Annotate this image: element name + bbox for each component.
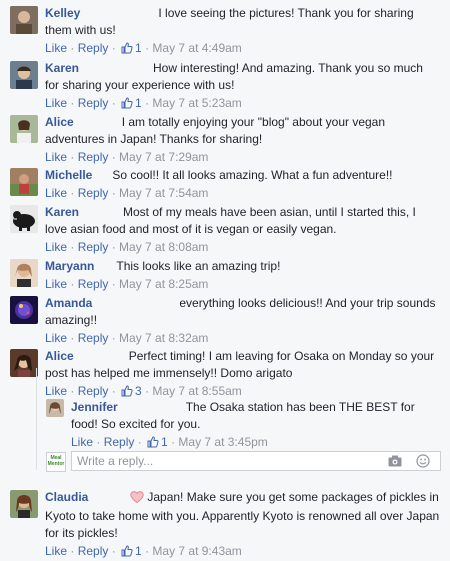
reply-link[interactable]: Reply bbox=[78, 96, 109, 110]
author-name[interactable]: Jennifer bbox=[71, 400, 118, 414]
comment-text: Most of my meals have been asian, until … bbox=[45, 205, 416, 236]
reply-input[interactable]: Write a reply... bbox=[71, 451, 441, 471]
camera-icon[interactable] bbox=[388, 455, 402, 470]
comment-text: This looks like an amazing trip! bbox=[116, 259, 281, 273]
comment-thread: Kelley I love seeing the pictures! Thank … bbox=[0, 0, 450, 558]
timestamp[interactable]: May 7 at 5:23am bbox=[152, 96, 241, 110]
avatar[interactable] bbox=[10, 205, 38, 233]
author-name[interactable]: Claudia bbox=[45, 490, 88, 504]
comment-text: everything looks delicious!! And your tr… bbox=[45, 296, 436, 327]
author-name[interactable]: Karen bbox=[45, 205, 79, 219]
comment: Claudia Japan! Make sure you get some pac… bbox=[10, 484, 440, 558]
author-name[interactable]: Karen bbox=[45, 61, 79, 75]
author-name[interactable]: Maryann bbox=[45, 259, 94, 273]
like-link[interactable]: Like bbox=[45, 240, 67, 254]
reply-link[interactable]: Reply bbox=[78, 277, 109, 291]
emoji-icon[interactable] bbox=[416, 454, 430, 471]
comment-text: I am totally enjoying your "blog" about … bbox=[45, 115, 386, 146]
avatar[interactable] bbox=[10, 490, 38, 518]
like-count[interactable]: 1 bbox=[161, 435, 168, 449]
like-link[interactable]: Like bbox=[45, 277, 67, 291]
comment-text: Perfect timing! I am leaving for Osaka o… bbox=[45, 349, 435, 380]
author-name[interactable]: Kelley bbox=[45, 6, 80, 20]
like-link[interactable]: Like bbox=[45, 41, 67, 55]
comment: Amanda everything looks delicious!! And y… bbox=[10, 290, 440, 345]
timestamp[interactable]: May 7 at 7:54am bbox=[119, 186, 208, 200]
reply-link[interactable]: Reply bbox=[78, 544, 109, 558]
comment-text: So cool!! It all looks amazing. What a f… bbox=[112, 168, 393, 182]
comment: Alice Perfect timing! I am leaving for Os… bbox=[10, 343, 440, 398]
avatar[interactable] bbox=[10, 296, 38, 324]
reply-composer: Meal Mentor Write a reply... bbox=[46, 448, 441, 474]
comment: Maryann This looks like an amazing trip! … bbox=[10, 253, 440, 291]
like-count[interactable]: 1 bbox=[135, 41, 142, 55]
avatar[interactable] bbox=[10, 259, 38, 287]
avatar[interactable] bbox=[10, 61, 38, 89]
like-link[interactable]: Like bbox=[45, 96, 67, 110]
avatar[interactable] bbox=[46, 399, 64, 417]
like-link[interactable]: Like bbox=[71, 435, 93, 449]
author-name[interactable]: Alice bbox=[45, 115, 74, 129]
comment: Karen Most of my meals have been asian, u… bbox=[10, 199, 440, 254]
reply-link[interactable]: Reply bbox=[104, 435, 135, 449]
avatar[interactable] bbox=[10, 349, 38, 377]
comment-text: I love seeing the pictures! Thank you fo… bbox=[45, 6, 414, 37]
author-name[interactable]: Amanda bbox=[45, 296, 92, 310]
timestamp[interactable]: May 7 at 8:08am bbox=[119, 240, 208, 254]
like-link[interactable]: Like bbox=[45, 186, 67, 200]
timestamp[interactable]: May 7 at 8:25am bbox=[119, 277, 208, 291]
comment: Karen How interesting! And amazing. Thank… bbox=[10, 55, 440, 110]
author-name[interactable]: Alice bbox=[45, 349, 74, 363]
reply-link[interactable]: Reply bbox=[78, 186, 109, 200]
page-avatar: Meal Mentor bbox=[46, 452, 66, 472]
like-link[interactable]: Like bbox=[45, 544, 67, 558]
reply-link[interactable]: Reply bbox=[78, 240, 109, 254]
avatar[interactable] bbox=[10, 115, 38, 143]
author-name[interactable]: Michelle bbox=[45, 168, 92, 182]
comment: Kelley I love seeing the pictures! Thank … bbox=[10, 0, 440, 55]
heart-emoji-icon bbox=[130, 491, 145, 508]
avatar[interactable] bbox=[10, 6, 38, 34]
timestamp[interactable]: May 7 at 3:45pm bbox=[178, 435, 267, 449]
reply-thread-line bbox=[36, 368, 37, 470]
avatar[interactable] bbox=[10, 168, 38, 196]
reply-input-placeholder: Write a reply... bbox=[77, 454, 154, 468]
reply-comment: Jennifer The Osaka station has been THE B… bbox=[46, 394, 440, 449]
comment-text: The Osaka station has been THE BEST for … bbox=[71, 400, 415, 431]
comment-text: Japan! Make sure you get some packages o… bbox=[45, 490, 440, 540]
timestamp[interactable]: May 7 at 9:43am bbox=[152, 544, 241, 558]
thumbs-up-icon[interactable] bbox=[121, 545, 133, 561]
comment-text: How interesting! And amazing. Thank you … bbox=[45, 61, 423, 92]
like-count[interactable]: 1 bbox=[135, 544, 142, 558]
like-count[interactable]: 1 bbox=[135, 96, 142, 110]
comment: Alice I am totally enjoying your "blog" a… bbox=[10, 109, 440, 164]
reply-link[interactable]: Reply bbox=[78, 41, 109, 55]
page-avatar-logo-text: Meal Mentor bbox=[47, 455, 65, 467]
timestamp[interactable]: May 7 at 4:49am bbox=[152, 41, 241, 55]
comment: Michelle So cool!! It all looks amazing. … bbox=[10, 162, 440, 200]
